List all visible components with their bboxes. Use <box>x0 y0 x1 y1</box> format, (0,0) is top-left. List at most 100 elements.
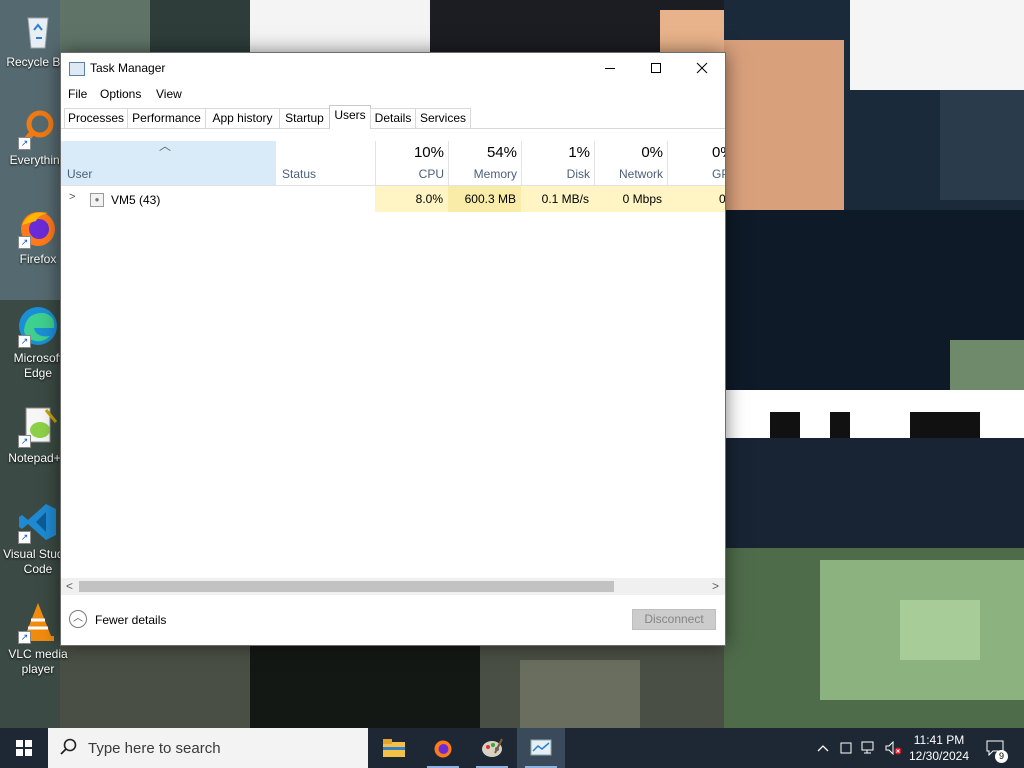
tab-services[interactable]: Services <box>415 108 471 128</box>
column-header-status[interactable]: Status <box>282 167 316 181</box>
task-manager-app-icon <box>69 62 85 76</box>
menu-file[interactable]: File <box>68 87 87 101</box>
tab-startup[interactable]: Startup <box>279 108 330 128</box>
tab-app-history[interactable]: App history <box>205 108 280 128</box>
tray-tablet-icon[interactable] <box>836 728 856 768</box>
tray-volume-icon[interactable] <box>882 728 904 768</box>
desktop-icon-label: VLC media player <box>8 647 68 676</box>
taskbar-file-explorer[interactable] <box>370 728 418 768</box>
maximize-icon <box>651 63 661 73</box>
scrollbar-thumb[interactable] <box>79 581 614 592</box>
shortcut-arrow-icon: ↗ <box>18 531 31 544</box>
row-gpu: 0% <box>667 186 725 212</box>
row-cpu: 8.0% <box>375 186 448 212</box>
column-header-user[interactable]: ︿ User <box>61 139 276 185</box>
taskbar-search-box[interactable]: Type here to search <box>48 728 368 768</box>
vlc-icon: ↗ <box>16 600 60 644</box>
row-memory: 600.3 MB <box>448 186 521 212</box>
network-disconnected-icon <box>861 741 874 754</box>
tab-processes[interactable]: Processes <box>64 108 128 128</box>
menu-bar: File Options View <box>61 83 725 105</box>
tablet-icon <box>840 742 852 754</box>
search-icon <box>60 738 77 755</box>
clock-time: 11:41 PM <box>913 733 965 747</box>
start-button[interactable] <box>0 728 48 768</box>
show-hidden-icons-button[interactable] <box>812 728 834 768</box>
memory-column-label: Memory <box>473 167 517 181</box>
column-header-memory[interactable]: 54% Memory <box>448 141 522 185</box>
disconnect-button[interactable]: Disconnect <box>632 609 716 630</box>
network-total-percent: 0% <box>641 144 663 161</box>
windows-logo-icon <box>16 740 32 756</box>
scroll-left-icon[interactable]: < <box>66 579 73 593</box>
menu-view[interactable]: View <box>156 87 182 101</box>
row-network: 0 Mbps <box>594 186 667 212</box>
minimize-icon <box>605 68 615 69</box>
tab-details[interactable]: Details <box>370 108 416 128</box>
recycle-bin-icon <box>16 8 60 52</box>
gpu-total-percent: 0% <box>712 144 725 161</box>
taskbar: Type here to search 11:41 PM 12/30/2024 … <box>0 728 1024 768</box>
user-icon: ● <box>90 193 104 207</box>
disk-total-percent: 1% <box>568 144 590 161</box>
column-header-row: ︿ User Status 10% CPU 54% Memory 1% Disk… <box>61 129 725 186</box>
taskbar-clock[interactable]: 11:41 PM 12/30/2024 <box>904 732 974 764</box>
column-header-gpu[interactable]: 0% GPU <box>667 141 725 185</box>
column-header-network[interactable]: 0% Network <box>594 141 668 185</box>
chevron-up-circle-icon[interactable]: ︿ <box>69 610 87 628</box>
gpu-column-label: GPU <box>712 167 725 181</box>
shortcut-arrow-icon: ↗ <box>18 435 31 448</box>
cpu-column-label: CPU <box>418 167 444 181</box>
close-icon <box>696 62 708 74</box>
firefox-icon: ↗ <box>16 205 60 249</box>
memory-total-percent: 54% <box>486 144 517 161</box>
vscode-icon: ↗ <box>16 500 60 544</box>
taskbar-firefox[interactable] <box>419 728 467 768</box>
column-header-disk[interactable]: 1% Disk <box>521 141 595 185</box>
row-disk: 0.1 MB/s <box>521 186 594 212</box>
network-column-label: Network <box>618 167 663 181</box>
scroll-right-icon[interactable]: > <box>712 579 719 593</box>
volume-muted-icon <box>885 741 901 755</box>
tab-users[interactable]: Users <box>329 105 371 129</box>
title-bar[interactable]: Task Manager <box>61 53 725 83</box>
shortcut-arrow-icon: ↗ <box>18 335 31 348</box>
taskbar-paint-app[interactable] <box>468 728 516 768</box>
search-placeholder: Type here to search <box>88 740 221 757</box>
maximize-button[interactable] <box>633 53 679 83</box>
cpu-total-percent: 10% <box>413 144 444 161</box>
everything-search-icon: ↗ <box>16 106 60 150</box>
task-manager-icon <box>530 739 552 756</box>
horizontal-scrollbar[interactable]: < > <box>61 578 725 595</box>
row-status <box>276 186 375 212</box>
menu-options[interactable]: Options <box>100 87 141 101</box>
fewer-details-link[interactable]: Fewer details <box>95 613 166 627</box>
tab-performance[interactable]: Performance <box>127 108 206 128</box>
footer: ︿ Fewer details Disconnect <box>61 596 725 645</box>
expand-chevron-icon[interactable]: > <box>69 191 75 203</box>
action-center-button[interactable]: 9 <box>978 728 1012 768</box>
shortcut-arrow-icon: ↗ <box>18 137 31 150</box>
table-row[interactable]: > ● VM5 (43) 8.0% 600.3 MB 0.1 MB/s 0 Mb… <box>61 186 725 212</box>
close-button[interactable] <box>679 53 725 83</box>
chevron-up-icon <box>817 745 829 752</box>
taskbar-task-manager[interactable] <box>517 728 565 768</box>
disk-column-label: Disk <box>566 167 590 181</box>
tray-network-icon[interactable] <box>858 728 880 768</box>
edge-icon: ↗ <box>16 304 60 348</box>
column-header-user-label: User <box>67 167 93 181</box>
shortcut-arrow-icon: ↗ <box>18 631 31 644</box>
folder-icon <box>383 739 405 757</box>
row-user-name: VM5 (43) <box>111 193 161 207</box>
clock-date: 12/30/2024 <box>908 749 970 763</box>
paint-palette-icon <box>482 738 503 757</box>
column-header-cpu[interactable]: 10% CPU <box>375 141 449 185</box>
minimize-button[interactable] <box>587 53 633 83</box>
notepadpp-icon: ↗ <box>16 404 60 448</box>
shortcut-arrow-icon: ↗ <box>18 236 31 249</box>
tab-strip: Processes Performance App history Startu… <box>61 105 725 129</box>
sort-ascending-icon: ︿ <box>159 139 172 153</box>
window-title: Task Manager <box>90 61 166 75</box>
task-manager-window: Task Manager File Options View Processes… <box>60 52 726 646</box>
notification-count-badge: 9 <box>995 750 1008 763</box>
